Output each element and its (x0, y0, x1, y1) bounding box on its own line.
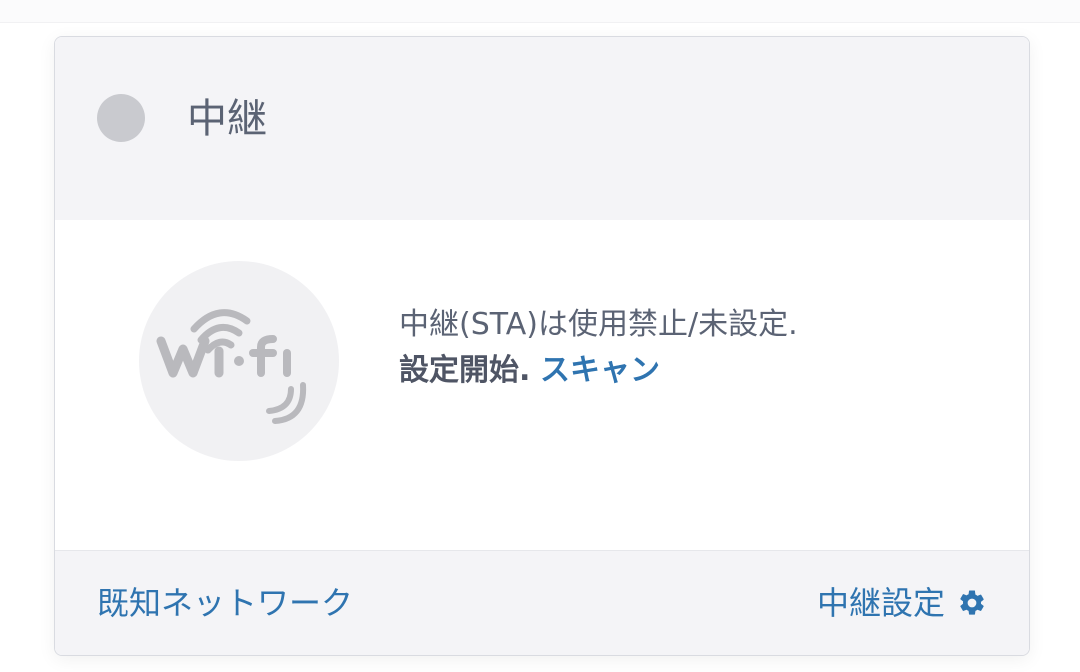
wifi-logo-icon (156, 309, 307, 424)
gear-icon (960, 590, 984, 615)
card-body: 中継(STA)は使用禁止/未設定. 設定開始. スキャン (55, 220, 1029, 550)
card-title: 中継 (187, 96, 267, 142)
card-footer: 既知ネットワーク 中継設定 (55, 550, 1029, 655)
known-networks-link[interactable]: 既知ネットワーク (97, 581, 353, 625)
repeater-settings-link[interactable]: 中継設定 (817, 581, 987, 625)
wifi-illustration (139, 261, 339, 461)
start-setup-text: 設定開始. (399, 353, 531, 388)
scan-link[interactable]: スキャン (540, 353, 660, 388)
repeater-settings-label: 中継設定 (816, 584, 945, 622)
message-text: 中継(STA)は使用禁止/未設定. (399, 307, 798, 342)
top-strip (0, 0, 1080, 23)
status-message: 中継(STA)は使用禁止/未設定. 設定開始. スキャン (399, 302, 819, 394)
repeater-card: 中継 中継(STA)は使用禁止/未設定. 設定開始. スキャン 既知ネットワーク… (54, 36, 1030, 656)
card-header: 中継 (55, 37, 1029, 220)
status-indicator (97, 94, 145, 142)
